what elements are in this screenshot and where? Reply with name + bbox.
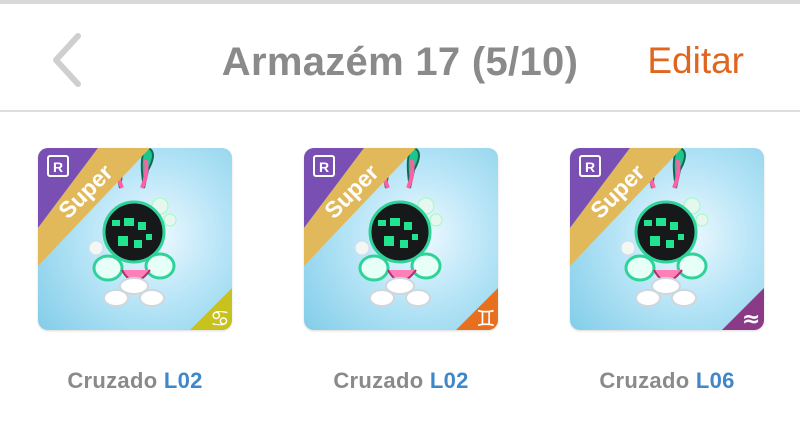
rarity-letter: R — [319, 159, 329, 175]
svg-text:♋: ♋ — [210, 307, 230, 330]
item-label: Cruzado L06 — [550, 368, 784, 394]
item-tile[interactable]: Super R ≈ — [570, 148, 764, 330]
warehouse-item-card[interactable]: Super R ♊ Cruzado L02 — [304, 148, 498, 393]
item-level: L06 — [695, 368, 735, 393]
header-divider — [0, 110, 800, 112]
item-name: Cruzado — [333, 368, 424, 393]
svg-text:♊: ♊ — [476, 307, 496, 330]
item-tile[interactable]: Super R ♊ — [304, 148, 498, 330]
item-level: L02 — [429, 368, 469, 393]
item-level: L02 — [163, 368, 203, 393]
rarity-letter: R — [53, 159, 63, 175]
edit-button[interactable]: Editar — [647, 40, 744, 82]
warehouse-item-card[interactable]: Super R ≈ Cruzado L06 — [570, 148, 764, 393]
wave-icon: ≈ — [722, 288, 764, 330]
warehouse-item-card[interactable]: Super R ♋ Cruzado L02 — [38, 148, 232, 393]
gemini-icon: ♊ — [456, 288, 498, 330]
item-grid: Super R ♋ Cruzado L02 Super R ♊ Cruzado … — [0, 148, 800, 408]
rarity-letter: R — [585, 159, 595, 175]
item-name: Cruzado — [67, 368, 158, 393]
svg-text:≈: ≈ — [742, 307, 760, 330]
nav-header: Armazém 17 (5/10) Editar — [0, 4, 800, 110]
item-label: Cruzado L02 — [284, 368, 518, 394]
cancer-icon: ♋ — [190, 288, 232, 330]
item-name: Cruzado — [599, 368, 690, 393]
item-label: Cruzado L02 — [18, 368, 252, 394]
item-tile[interactable]: Super R ♋ — [38, 148, 232, 330]
